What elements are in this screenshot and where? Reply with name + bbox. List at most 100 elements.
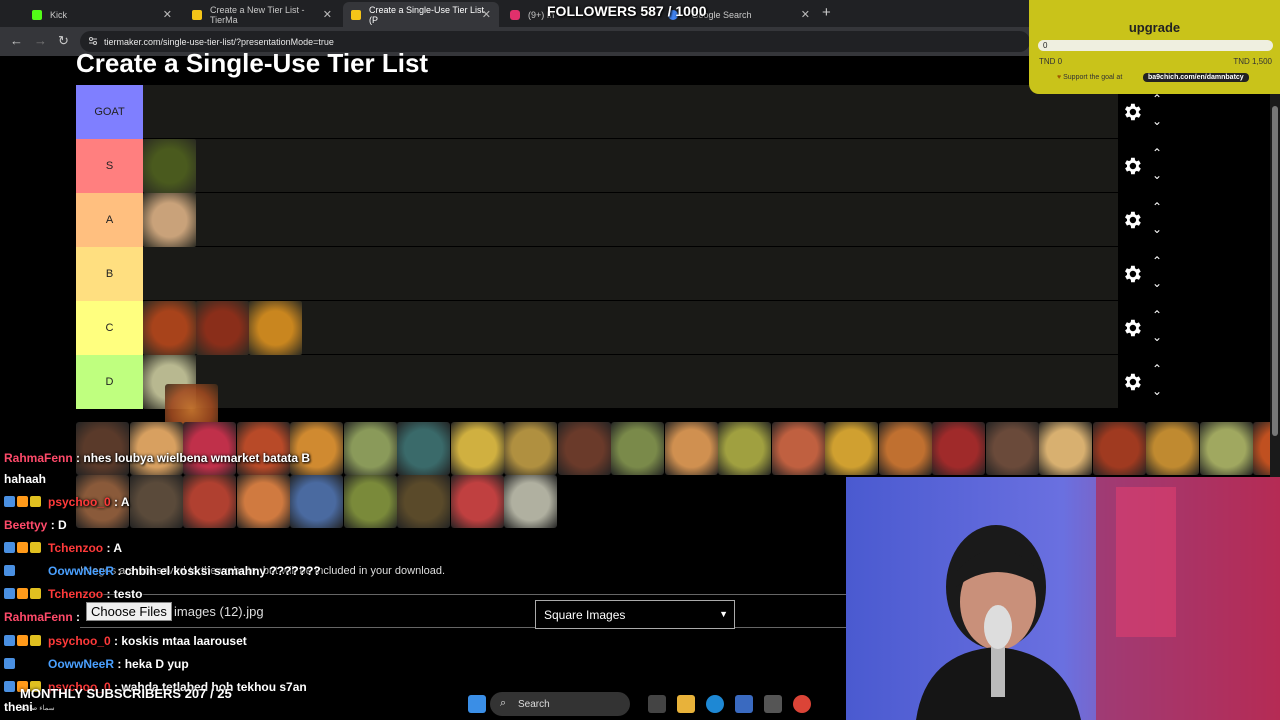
- back-icon[interactable]: ←: [10, 33, 23, 48]
- pool-item-image[interactable]: [825, 422, 878, 475]
- move-up-icon[interactable]: ⌃: [1152, 255, 1162, 267]
- close-icon[interactable]: ✕: [163, 8, 172, 21]
- gear-icon[interactable]: [1121, 317, 1143, 339]
- pool-item-image[interactable]: [504, 422, 557, 475]
- instagram-icon: [510, 9, 520, 20]
- move-down-icon[interactable]: ⌄: [1152, 115, 1162, 127]
- store-icon[interactable]: [735, 695, 753, 713]
- pool-item-image[interactable]: [664, 422, 718, 475]
- move-down-icon[interactable]: ⌄: [1152, 331, 1162, 343]
- badge-icon: [30, 635, 41, 646]
- close-icon[interactable]: ✕: [482, 8, 491, 21]
- pool-item-image[interactable]: [557, 422, 611, 475]
- pool-item-image[interactable]: [1199, 422, 1253, 475]
- pool-item-image[interactable]: [129, 475, 183, 528]
- pool-item-image[interactable]: [985, 422, 1039, 475]
- chat-message: Tchenzoo : A: [4, 541, 122, 555]
- tier-item-image[interactable]: [143, 301, 196, 355]
- gear-icon[interactable]: [1121, 209, 1143, 231]
- chat-text: :: [76, 610, 81, 624]
- tier-label[interactable]: C: [76, 301, 143, 355]
- tab-single-use-tier-list[interactable]: Create a Single-Use Tier List (P ✕: [343, 2, 499, 27]
- reload-icon[interactable]: ↻: [58, 33, 69, 49]
- gear-icon[interactable]: [1121, 101, 1143, 123]
- file-explorer-icon[interactable]: [677, 695, 695, 713]
- chrome-icon[interactable]: [793, 695, 811, 713]
- tier-item-image[interactable]: [143, 139, 196, 193]
- gear-icon[interactable]: [1121, 371, 1143, 393]
- pool-item-image[interactable]: [183, 475, 236, 528]
- site-info-icon[interactable]: [88, 36, 98, 46]
- tab-kick[interactable]: Kick ✕: [24, 2, 180, 27]
- choose-files-button[interactable]: Choose Files: [86, 602, 172, 621]
- scrollbar-thumb[interactable]: [1272, 106, 1278, 436]
- pool-item-image[interactable]: [1039, 422, 1092, 475]
- app-icon[interactable]: [764, 695, 782, 713]
- new-tab-button[interactable]: +: [822, 4, 831, 21]
- pool-item-image[interactable]: [718, 422, 771, 475]
- chat-message: Beettyy : D: [4, 518, 67, 532]
- move-up-icon[interactable]: ⌃: [1152, 93, 1162, 105]
- tier-label[interactable]: GOAT: [76, 85, 143, 139]
- pool-item-image[interactable]: [397, 475, 450, 528]
- support-link[interactable]: ba9chich.com/en/damnbatcy: [1143, 73, 1249, 82]
- tier-controls: ⌃ ⌄: [1120, 247, 1170, 301]
- chat-text: hahaah: [4, 472, 47, 486]
- gear-icon[interactable]: [1121, 263, 1143, 285]
- tier-label[interactable]: D: [76, 355, 143, 409]
- close-icon[interactable]: ✕: [323, 8, 332, 21]
- pool-item-image[interactable]: [450, 422, 504, 475]
- move-up-icon[interactable]: ⌃: [1152, 147, 1162, 159]
- pool-item-image[interactable]: [504, 475, 557, 528]
- edge-icon[interactable]: [706, 695, 724, 713]
- webcam-feed: [846, 477, 1280, 720]
- tier-item-image[interactable]: [249, 301, 302, 355]
- move-down-icon[interactable]: ⌄: [1152, 169, 1162, 181]
- chat-message: RahmaFenn : nhes loubya wielbena wmarket…: [4, 451, 310, 465]
- pool-item-image[interactable]: [183, 422, 236, 475]
- chat-username: psychoo_0: [48, 495, 111, 509]
- tab-create-new-tier-list[interactable]: Create a New Tier List - TierMa ✕: [184, 2, 340, 27]
- taskbar-search[interactable]: ⌕ Search: [490, 692, 630, 716]
- pool-item-image[interactable]: [129, 422, 183, 475]
- tier-item-image[interactable]: [196, 301, 249, 355]
- pool-item-image[interactable]: [878, 422, 932, 475]
- gear-icon[interactable]: [1121, 155, 1143, 177]
- pool-item-image[interactable]: [771, 422, 825, 475]
- tier-item-image[interactable]: [143, 193, 196, 247]
- pool-item-image[interactable]: [236, 475, 290, 528]
- pool-item-image[interactable]: [397, 422, 450, 475]
- tier-label[interactable]: A: [76, 193, 143, 247]
- pool-item-image[interactable]: [343, 475, 397, 528]
- move-up-icon[interactable]: ⌃: [1152, 309, 1162, 321]
- pool-item-image[interactable]: [290, 475, 343, 528]
- chat-username: OowwNeeR: [48, 657, 115, 671]
- chat-text: : heka D yup: [117, 657, 189, 671]
- pool-item-image[interactable]: [290, 422, 343, 475]
- task-view-icon[interactable]: [648, 695, 666, 713]
- move-down-icon[interactable]: ⌄: [1152, 223, 1162, 235]
- badge-icon: [17, 496, 28, 507]
- tiermaker-icon: [351, 9, 361, 20]
- pool-item-image[interactable]: [1146, 422, 1199, 475]
- move-down-icon[interactable]: ⌄: [1152, 385, 1162, 397]
- pool-item-image[interactable]: [932, 422, 985, 475]
- url-text: tiermaker.com/single-use-tier-list/?pres…: [104, 36, 334, 47]
- tier-label[interactable]: B: [76, 247, 143, 301]
- pool-item-image[interactable]: [76, 422, 129, 475]
- image-shape-select[interactable]: Square Images ▼: [535, 600, 735, 629]
- tier-label[interactable]: S: [76, 139, 143, 193]
- pool-item-image[interactable]: [343, 422, 397, 475]
- chat-text: : chbih el kosksi samahny ???????: [117, 564, 321, 578]
- move-up-icon[interactable]: ⌃: [1152, 201, 1162, 213]
- pool-item-image[interactable]: [1092, 422, 1146, 475]
- move-up-icon[interactable]: ⌃: [1152, 363, 1162, 375]
- windows-start-icon[interactable]: [468, 695, 486, 713]
- pool-item-image[interactable]: [611, 422, 664, 475]
- close-icon[interactable]: ✕: [801, 8, 810, 21]
- chat-username: Tchenzoo: [48, 541, 104, 555]
- pool-item-image[interactable]: [450, 475, 504, 528]
- pool-item-image[interactable]: [236, 422, 290, 475]
- move-down-icon[interactable]: ⌄: [1152, 277, 1162, 289]
- forward-icon[interactable]: →: [34, 33, 47, 48]
